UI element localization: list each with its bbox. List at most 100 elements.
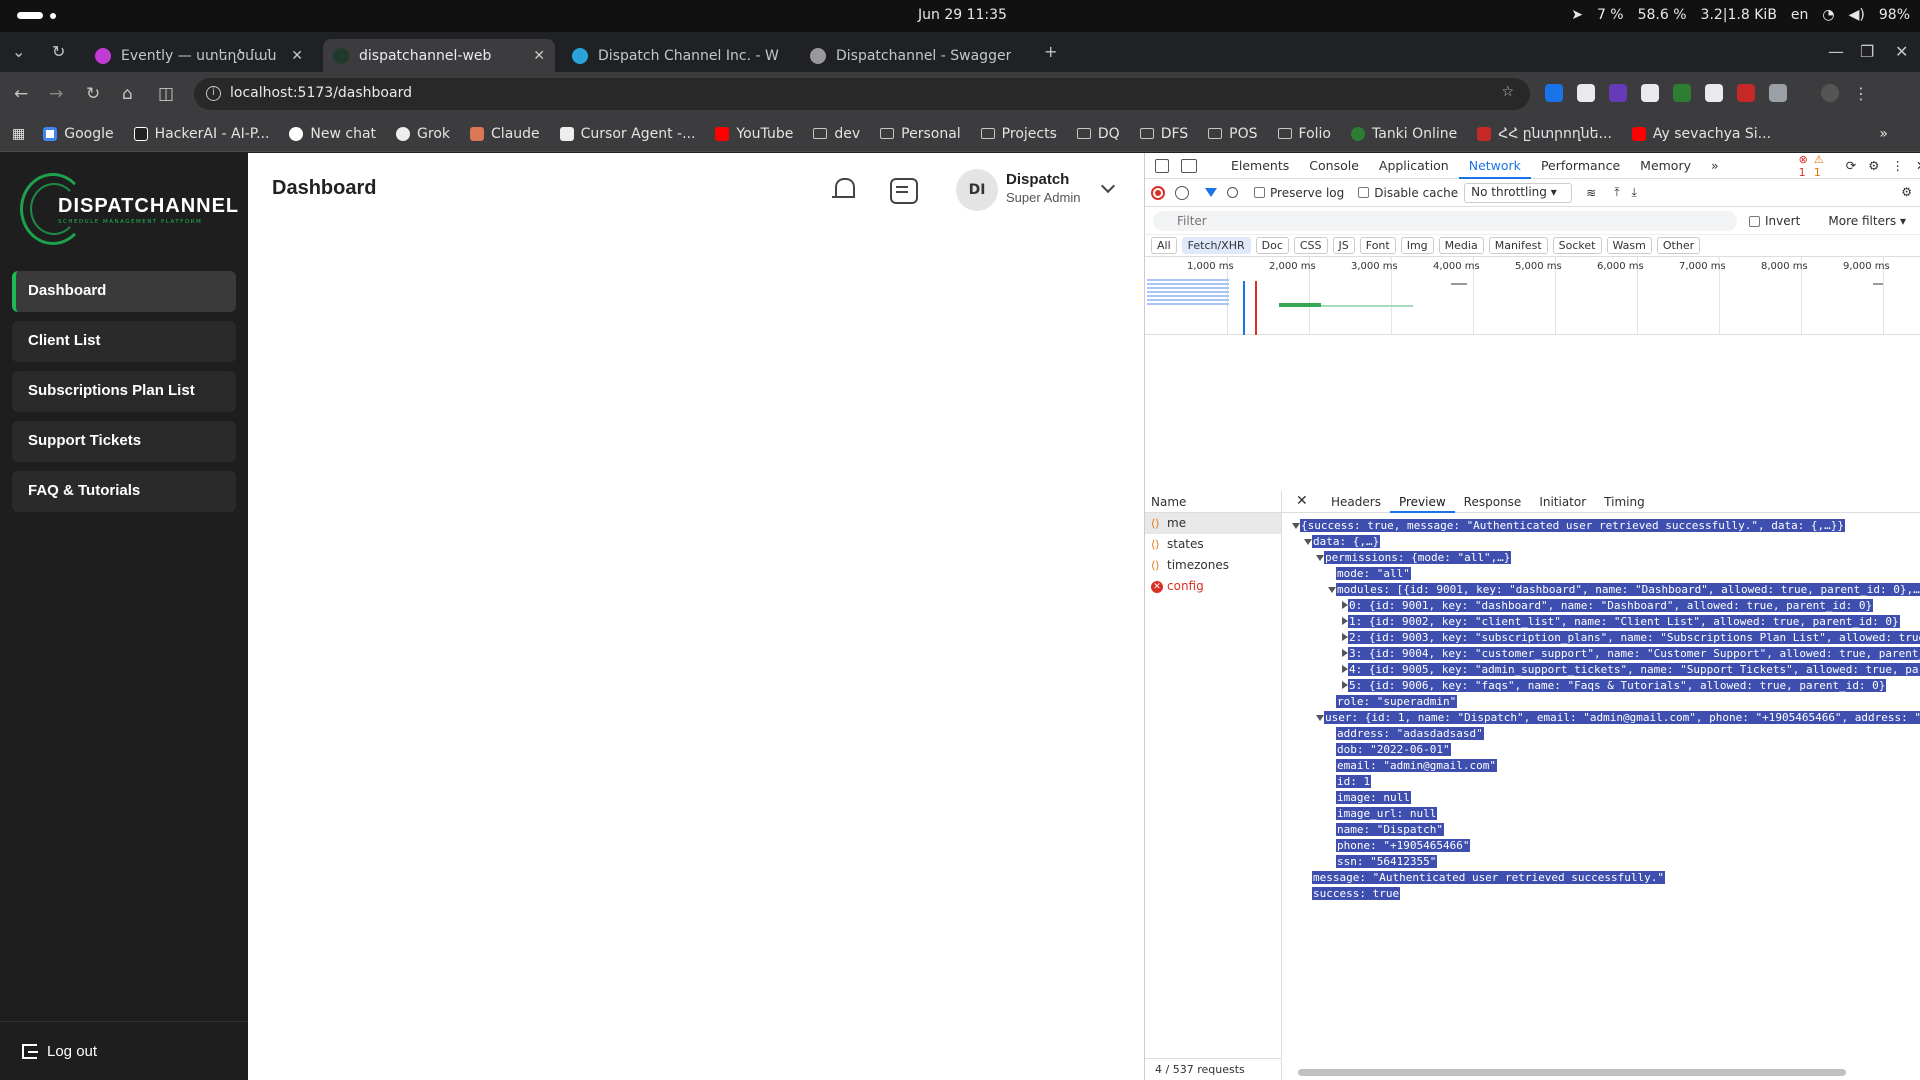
json-line[interactable]: ssn: "56412355" xyxy=(1336,855,1438,868)
bookmark-item[interactable]: ՀՀ ընտրողնե... xyxy=(1477,126,1612,142)
json-line[interactable]: phone: "+1905465466" xyxy=(1336,839,1471,852)
tab-performance[interactable]: Performance xyxy=(1531,153,1630,179)
network-overview-timeline[interactable]: 1,000 ms 2,000 ms 3,000 ms 4,000 ms 5,00… xyxy=(1145,257,1920,335)
extension-icon[interactable] xyxy=(1737,84,1755,102)
bookmark-folder[interactable]: Personal xyxy=(880,126,961,142)
expanded-triangle-icon[interactable] xyxy=(1328,587,1336,593)
json-line[interactable]: role: "superadmin" xyxy=(1336,695,1458,708)
apps-grid-icon[interactable]: ▦ xyxy=(12,126,25,142)
bookmark-item[interactable]: HackerAI - AI-P... xyxy=(133,126,269,142)
json-line[interactable]: mode: "all" xyxy=(1336,567,1411,580)
sync-icon[interactable]: ⟳ xyxy=(1846,158,1856,173)
back-icon[interactable]: ← xyxy=(14,84,28,104)
extension-icon[interactable] xyxy=(1641,84,1659,102)
preserve-log-checkbox[interactable] xyxy=(1254,187,1265,198)
json-line[interactable]: address: "adasdadsasd" xyxy=(1336,727,1484,740)
notification-bell-icon[interactable] xyxy=(829,175,859,205)
sidebar-item-support-tickets[interactable]: Support Tickets xyxy=(12,421,236,462)
json-line[interactable]: image: null xyxy=(1336,791,1411,804)
filter-wasm[interactable]: Wasm xyxy=(1606,237,1652,254)
json-line[interactable]: dob: "2022-06-01" xyxy=(1336,743,1451,756)
clear-icon[interactable] xyxy=(1175,185,1189,200)
record-icon[interactable] xyxy=(1151,185,1165,200)
json-line[interactable]: id: 1 xyxy=(1336,775,1372,788)
disable-cache-checkbox[interactable] xyxy=(1358,187,1370,198)
reload-icon[interactable]: ↻ xyxy=(86,84,100,104)
messages-icon[interactable] xyxy=(888,175,918,205)
tab-preview[interactable]: Preview xyxy=(1389,491,1455,513)
address-bar[interactable]: i localhost:5173/dashboard ☆ xyxy=(194,78,1530,110)
filter-css[interactable]: CSS xyxy=(1293,237,1328,254)
filter-media[interactable]: Media xyxy=(1438,237,1484,254)
collapsed-triangle-icon[interactable] xyxy=(1342,601,1348,609)
bookmark-item[interactable]: YouTube xyxy=(715,126,793,142)
tab-elements[interactable]: Elements xyxy=(1221,153,1299,179)
browser-menu-icon[interactable]: ⋮ xyxy=(1853,84,1871,103)
browser-tab[interactable]: Dispatch Channel Inc. - W xyxy=(562,39,800,72)
json-line[interactable]: 5: {id: 9006, key: "faqs", name: "Faqs &… xyxy=(1348,679,1920,692)
collapsed-triangle-icon[interactable] xyxy=(1342,649,1348,657)
close-window-icon[interactable]: ✕ xyxy=(1895,42,1908,61)
bookmark-item[interactable]: Grok xyxy=(396,126,450,142)
json-line[interactable]: {success: true, message: "Authenticated … xyxy=(1300,519,1846,532)
import-har-icon[interactable]: ⤒ xyxy=(1614,185,1619,200)
more-filters-dropdown[interactable]: More filters ▾ xyxy=(1828,214,1906,228)
bookmark-item[interactable]: Ay sevachya Si... xyxy=(1631,126,1771,142)
site-info-icon[interactable]: i xyxy=(206,86,221,101)
browser-tab-active[interactable]: dispatchannel-web ✕ xyxy=(323,39,555,72)
logout-button[interactable]: Log out xyxy=(22,1043,97,1060)
tab-initiator[interactable]: Initiator xyxy=(1530,491,1595,513)
tab-response[interactable]: Response xyxy=(1455,491,1531,513)
json-line[interactable]: success: true xyxy=(1312,887,1401,900)
sidebar-item-dashboard[interactable]: Dashboard xyxy=(12,271,236,312)
bookmark-folder[interactable]: dev xyxy=(813,126,860,142)
tab-group-icon[interactable]: ↻ xyxy=(52,42,65,61)
request-row[interactable]: ⟨⟩ me xyxy=(1145,513,1281,534)
profile-avatar[interactable] xyxy=(1821,84,1839,102)
activities-indicator[interactable] xyxy=(17,12,43,19)
request-row[interactable]: ✕ config xyxy=(1145,576,1281,597)
filter-other[interactable]: Other xyxy=(1656,237,1701,254)
filter-font[interactable]: Font xyxy=(1359,237,1396,254)
minimize-icon[interactable]: — xyxy=(1828,42,1844,61)
network-settings-icon[interactable]: ⚙ xyxy=(1901,185,1912,199)
json-line[interactable]: 3: {id: 9004, key: "customer_support", n… xyxy=(1348,647,1920,660)
tab-search-icon[interactable]: ⌄ xyxy=(12,42,25,61)
extension-icon[interactable] xyxy=(1577,84,1595,102)
maximize-icon[interactable]: ❐ xyxy=(1860,42,1874,61)
forward-icon[interactable]: → xyxy=(49,84,63,104)
bookmark-folder[interactable]: POS xyxy=(1208,126,1258,142)
more-tabs-icon[interactable]: » xyxy=(1701,153,1729,179)
browser-tab[interactable]: Evently — ստեղծման ✕ xyxy=(85,39,313,72)
tab-application[interactable]: Application xyxy=(1369,153,1459,179)
sidebar-item-client-list[interactable]: Client List xyxy=(12,321,236,362)
request-row[interactable]: ⟨⟩ states xyxy=(1145,534,1281,555)
tab-close-icon[interactable]: ✕ xyxy=(291,48,303,64)
inspect-element-icon[interactable] xyxy=(1155,159,1169,173)
error-count-badge[interactable]: ⊗ 1 xyxy=(1799,153,1808,179)
extension-icon[interactable] xyxy=(1705,84,1723,102)
throttling-select[interactable]: No throttling ▾ xyxy=(1464,182,1573,203)
warning-count-badge[interactable]: ⚠ 1 xyxy=(1814,153,1824,179)
filter-doc[interactable]: Doc xyxy=(1255,237,1289,254)
tab-headers[interactable]: Headers xyxy=(1322,491,1390,513)
home-icon[interactable]: ⌂ xyxy=(122,84,133,104)
bookmark-folder[interactable]: DFS xyxy=(1139,126,1188,142)
extensions-puzzle-icon[interactable] xyxy=(1769,84,1787,102)
avatar[interactable]: DI xyxy=(956,169,998,211)
bookmark-folder[interactable]: Folio xyxy=(1277,126,1331,142)
user-name[interactable]: Dispatch xyxy=(1006,171,1069,188)
collapsed-triangle-icon[interactable] xyxy=(1342,681,1348,689)
json-line[interactable]: 1: {id: 9002, key: "client_list", name: … xyxy=(1348,615,1920,628)
export-har-icon[interactable]: ⤓ xyxy=(1632,185,1637,200)
expanded-triangle-icon[interactable] xyxy=(1292,523,1300,529)
tab-memory[interactable]: Memory xyxy=(1630,153,1701,179)
json-line[interactable]: name: "Dispatch" xyxy=(1336,823,1444,836)
name-column-header[interactable]: Name xyxy=(1145,491,1281,513)
json-preview-tree[interactable]: {success: true, message: "Authenticated … xyxy=(1282,513,1920,900)
bookmark-star-icon[interactable]: ☆ xyxy=(1501,84,1514,100)
clock[interactable]: Jun 29 11:35 xyxy=(918,7,1007,23)
search-icon[interactable] xyxy=(1227,187,1238,198)
filter-img[interactable]: Img xyxy=(1400,237,1434,254)
filter-fetch-xhr[interactable]: Fetch/XHR xyxy=(1181,237,1251,254)
